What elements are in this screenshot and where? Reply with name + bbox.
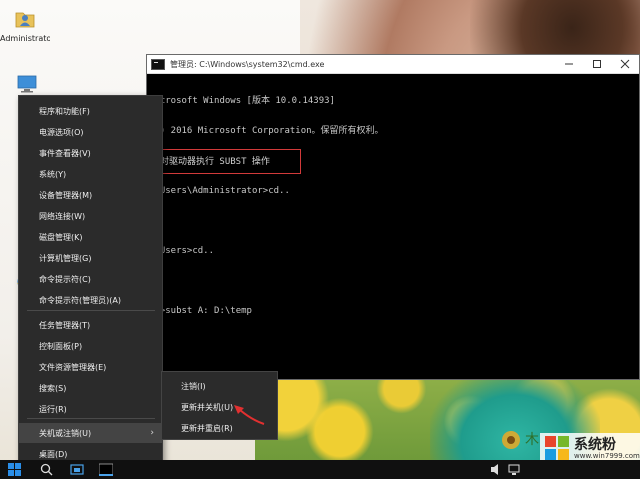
menu-item-label: 桌面(D) xyxy=(39,449,68,459)
menu-separator xyxy=(27,310,155,311)
menu-item-label: 事件查看器(V) xyxy=(39,148,91,158)
menu-item-label: 搜索(S) xyxy=(39,383,67,393)
minimize-icon xyxy=(565,63,573,65)
cmd-line: Microsoft Windows [版本 10.0.14393] xyxy=(149,96,335,106)
menu-item-power-options[interactable]: 电源选项(O) xyxy=(19,122,162,142)
menu-item-label: 关机或注销(U) xyxy=(39,428,92,438)
cmd-window[interactable]: 管理员: C:\Windows\system32\cmd.exe Microso… xyxy=(146,54,640,436)
annotation-arrow-icon xyxy=(234,405,265,425)
close-icon xyxy=(620,59,630,69)
menu-item-label: 任务管理器(T) xyxy=(39,320,91,330)
menu-item-disk-management[interactable]: 磁盘管理(K) xyxy=(19,227,162,247)
minimize-button[interactable] xyxy=(555,55,583,73)
menu-item-label: 设备管理器(M) xyxy=(39,190,93,200)
menu-item-label: 系统(Y) xyxy=(39,169,67,179)
menu-item-label: 运行(R) xyxy=(39,404,67,414)
desktop-icon-user[interactable]: Administrato... xyxy=(0,6,50,43)
cmd-line xyxy=(149,276,639,286)
menu-item-task-manager[interactable]: 任务管理器(T) xyxy=(19,315,162,335)
svg-text:木: 木 xyxy=(525,432,539,448)
menu-item-system[interactable]: 系统(Y) xyxy=(19,164,162,184)
menu-item-computer-management[interactable]: 计算机管理(G) xyxy=(19,248,162,268)
watermark-flower-icon: 木 xyxy=(502,431,539,449)
windows-start-icon[interactable] xyxy=(8,463,21,476)
menu-item-search[interactable]: 搜索(S) xyxy=(19,378,162,398)
menu-item-device-manager[interactable]: 设备管理器(M) xyxy=(19,185,162,205)
cmd-titlebar[interactable]: 管理员: C:\Windows\system32\cmd.exe xyxy=(147,55,639,74)
desktop-icon-label: Administrato... xyxy=(0,34,50,43)
cmd-window-title: 管理员: C:\Windows\system32\cmd.exe xyxy=(170,59,325,69)
chevron-right-icon: › xyxy=(150,428,154,438)
menu-item-control-panel[interactable]: 控制面板(P) xyxy=(19,336,162,356)
menu-item-programs-features[interactable]: 程序和功能(F) xyxy=(19,101,162,121)
menu-item-event-viewer[interactable]: 事件查看器(V) xyxy=(19,143,162,163)
maximize-button[interactable] xyxy=(583,55,611,73)
menu-item-run[interactable]: 运行(R) xyxy=(19,399,162,419)
winx-menu[interactable]: 程序和功能(F) 电源选项(O) 事件查看器(V) 系统(Y) 设备管理器(M)… xyxy=(18,95,163,467)
menu-item-command-prompt[interactable]: 命令提示符(C) xyxy=(19,269,162,289)
windows-logo-icon xyxy=(545,436,569,460)
taskbar[interactable] xyxy=(0,460,640,479)
submenu-item-label: 注销(I) xyxy=(181,381,206,391)
speaker-icon[interactable] xyxy=(490,463,502,476)
menu-item-label: 命令提示符(C) xyxy=(39,274,91,284)
menu-item-label: 文件资源管理器(E) xyxy=(39,362,107,372)
cmd-icon xyxy=(151,58,165,70)
maximize-icon xyxy=(593,60,601,68)
submenu-item-label: 更新并关机(U) xyxy=(181,402,234,412)
close-button[interactable] xyxy=(611,55,639,73)
watermark-url: www.win7999.com xyxy=(574,452,640,460)
user-folder-icon xyxy=(15,12,35,28)
menu-item-command-prompt-admin[interactable]: 命令提示符(管理员)(A) xyxy=(19,290,162,310)
cmd-line: :\>subst A: D:\temp xyxy=(149,306,252,316)
menu-separator xyxy=(27,418,155,419)
cmd-line xyxy=(149,336,639,346)
cmd-line: :\Users\Administrator>cd.. xyxy=(149,186,290,196)
menu-item-label: 计算机管理(G) xyxy=(39,253,92,263)
menu-item-label: 程序和功能(F) xyxy=(39,106,90,116)
network-tray-icon[interactable] xyxy=(508,463,520,476)
menu-item-label: 网络连接(W) xyxy=(39,211,86,221)
cmd-line: :\Users>cd.. xyxy=(149,246,215,256)
menu-item-network-connections[interactable]: 网络连接(W) xyxy=(19,206,162,226)
watermark-name: 系统粉 xyxy=(574,437,616,453)
watermark: 系统粉 www.win7999.com xyxy=(540,433,640,463)
task-view-icon[interactable] xyxy=(70,463,84,476)
menu-item-label: 命令提示符(管理员)(A) xyxy=(39,295,121,305)
cmd-line: (c) 2016 Microsoft Corporation。保留所有权利。 xyxy=(149,126,384,136)
cmd-line xyxy=(149,216,639,226)
menu-item-shutdown-signout[interactable]: 关机或注销(U) › xyxy=(19,423,162,443)
menu-item-file-explorer[interactable]: 文件资源管理器(E) xyxy=(19,357,162,377)
menu-item-label: 磁盘管理(K) xyxy=(39,232,83,242)
search-icon[interactable] xyxy=(40,463,53,476)
this-pc-icon xyxy=(17,75,37,93)
cmd-icon[interactable] xyxy=(99,463,113,476)
menu-item-label: 控制面板(P) xyxy=(39,341,83,351)
submenu-item-label: 更新并重启(R) xyxy=(181,423,233,433)
menu-item-label: 电源选项(O) xyxy=(39,127,84,137)
submenu-item-signout[interactable]: 注销(I) xyxy=(162,376,277,396)
annotation-highlight-box xyxy=(151,149,301,174)
